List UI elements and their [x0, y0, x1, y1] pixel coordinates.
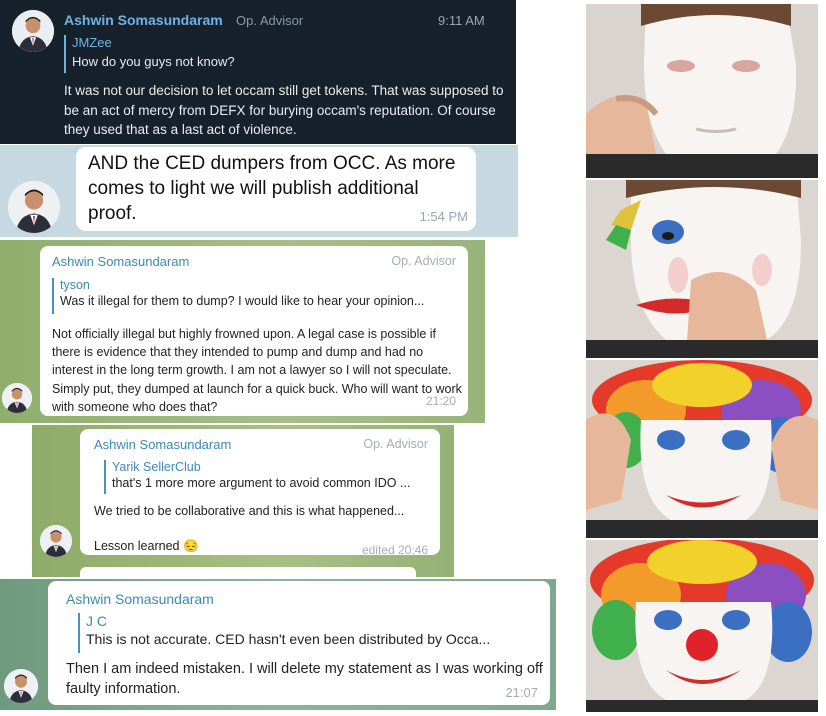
reply-text: This is not accurate. CED hasn't even be…: [86, 631, 491, 647]
message-time: 1:54 PM: [419, 209, 468, 224]
message-panel-1: Ashwin Somasundaram Op. Advisor 9:11 AM …: [0, 0, 516, 144]
reply-author: J C: [86, 613, 107, 629]
clown-frame-2: [586, 180, 818, 358]
message-panel-3: Ashwin Somasundaram Op. Advisor tyson Wa…: [0, 240, 485, 423]
reply-quote[interactable]: tyson Was it illegal for them to dump? I…: [52, 278, 424, 314]
message-text: We tried to be collaborative and this is…: [94, 504, 405, 518]
message-panel-4: Ashwin Somasundaram Op. Advisor Yarik Se…: [32, 425, 454, 577]
message-panel-5: Ashwin Somasundaram J C This is not accu…: [0, 579, 556, 710]
message-text: Not officially illegal but highly frowne…: [52, 327, 462, 414]
reply-author: tyson: [60, 278, 90, 292]
clown-frame-4: [586, 540, 818, 712]
clown-frame-3: [586, 360, 818, 538]
avatar-icon[interactable]: [8, 181, 60, 233]
message-text: AND the CED dumpers from OCC. As more co…: [88, 153, 456, 224]
author-name[interactable]: Ashwin Somasundaram: [52, 254, 189, 269]
message-text: It was not our decision to let occam sti…: [64, 83, 504, 137]
avatar-icon[interactable]: [40, 525, 72, 557]
message-time: 21:07: [505, 685, 538, 700]
reply-author: JMZee: [72, 35, 112, 50]
author-name[interactable]: Ashwin Somasundaram: [64, 12, 223, 28]
avatar-icon[interactable]: [2, 383, 32, 413]
next-message-stub: [80, 567, 416, 577]
message-text: Then I am indeed mistaken. I will delete…: [66, 661, 543, 697]
message-bubble[interactable]: Ashwin Somasundaram Op. Advisor Yarik Se…: [80, 429, 440, 557]
author-role: Op. Advisor: [391, 254, 456, 268]
reply-quote[interactable]: JMZee How do you guys not know?: [64, 35, 235, 73]
author-name[interactable]: Ashwin Somasundaram: [94, 437, 231, 452]
author-name[interactable]: Ashwin Somasundaram: [66, 591, 214, 607]
message-bubble[interactable]: AND the CED dumpers from OCC. As more co…: [76, 147, 476, 231]
reply-text: How do you guys not know?: [72, 54, 235, 69]
reply-text: Was it illegal for them to dump? I would…: [60, 294, 425, 308]
avatar-icon[interactable]: [4, 669, 38, 703]
author-role: Op. Advisor: [236, 13, 304, 28]
message-time: edited 20:46: [361, 543, 428, 557]
message-time: 21:20: [425, 394, 456, 408]
reply-quote[interactable]: J C This is not accurate. CED hasn't eve…: [78, 613, 490, 653]
message-bubble[interactable]: Ashwin Somasundaram J C This is not accu…: [48, 581, 550, 705]
reply-author: Yarik SellerClub: [112, 460, 201, 474]
message-text-2: Lesson learned 😔: [94, 539, 199, 553]
reply-quote[interactable]: Yarik SellerClub that's 1 more more argu…: [104, 460, 410, 494]
message-panel-2: AND the CED dumpers from OCC. As more co…: [0, 145, 518, 237]
clown-frame-1: [586, 4, 818, 178]
message-time: 9:11 AM: [438, 13, 485, 28]
reply-text: that's 1 more more argument to avoid com…: [112, 476, 411, 490]
avatar-icon[interactable]: [12, 10, 54, 52]
author-role: Op. Advisor: [363, 437, 428, 451]
message-bubble[interactable]: Ashwin Somasundaram Op. Advisor tyson Wa…: [40, 246, 468, 416]
